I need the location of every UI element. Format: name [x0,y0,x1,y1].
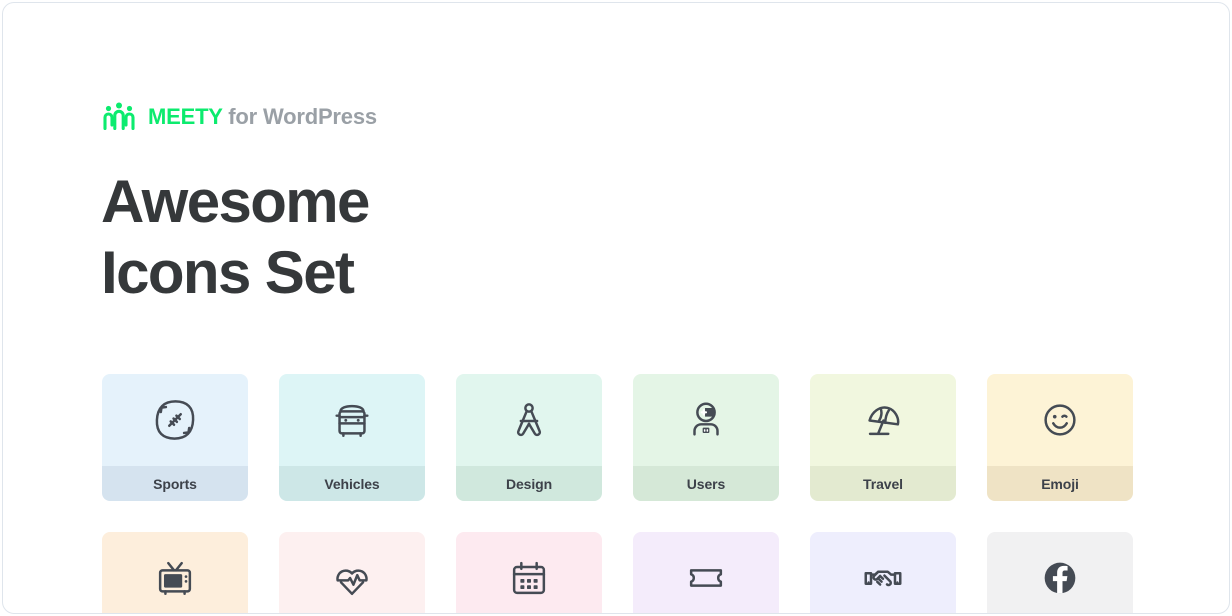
three-people-icon [101,99,137,135]
brand-name-primary: MEETY [148,104,223,129]
card-icon-area [102,374,248,466]
icon-card-business[interactable] [810,532,956,613]
card-icon-area [456,374,602,466]
icon-card-ticket[interactable] [633,532,779,613]
card-icon-area [987,374,1133,466]
card-icon-area [810,532,956,613]
heartbeat-icon [329,555,375,601]
retro-tv-icon [152,555,198,601]
card-icon-area [102,532,248,613]
page-title: Awesome Icons Set [101,166,801,308]
astronaut-icon [683,397,729,443]
brand-logo: MEETY for WordPress [101,97,377,137]
icon-card-social[interactable] [987,532,1133,613]
brand-name-suffix: for WordPress [222,104,377,129]
card-label: Design [456,466,602,501]
calendar-icon [506,555,552,601]
page-frame: MEETY for WordPress Awesome Icons Set Sp… [2,2,1230,614]
card-icon-area [456,532,602,613]
card-label: Sports [102,466,248,501]
bus-icon [329,397,375,443]
icon-card-entertainment[interactable] [102,532,248,613]
icon-card-grid: Sports Vehicles Design Users Travel Emoj… [102,374,1137,613]
icon-card-vehicles[interactable]: Vehicles [279,374,425,501]
card-label: Vehicles [279,466,425,501]
icon-card-health[interactable] [279,532,425,613]
icon-card-travel[interactable]: Travel [810,374,956,501]
handshake-icon [860,555,906,601]
icon-card-users[interactable]: Users [633,374,779,501]
icon-card-design[interactable]: Design [456,374,602,501]
brand-name: MEETY for WordPress [148,106,377,128]
facebook-icon [1037,555,1083,601]
card-icon-area [810,374,956,466]
icon-card-calendar[interactable] [456,532,602,613]
icon-card-sports[interactable]: Sports [102,374,248,501]
card-icon-area [633,532,779,613]
card-icon-area [987,532,1133,613]
icon-card-emoji[interactable]: Emoji [987,374,1133,501]
football-icon [152,397,198,443]
compass-divider-icon [506,397,552,443]
winking-face-icon [1037,397,1083,443]
card-icon-area [633,374,779,466]
card-label: Users [633,466,779,501]
page-title-line-1: Awesome [101,168,370,235]
ticket-icon [683,555,729,601]
card-label: Emoji [987,466,1133,501]
beach-umbrella-icon [860,397,906,443]
card-icon-area [279,374,425,466]
card-label: Travel [810,466,956,501]
card-icon-area [279,532,425,613]
page-title-line-2: Icons Set [101,239,355,306]
